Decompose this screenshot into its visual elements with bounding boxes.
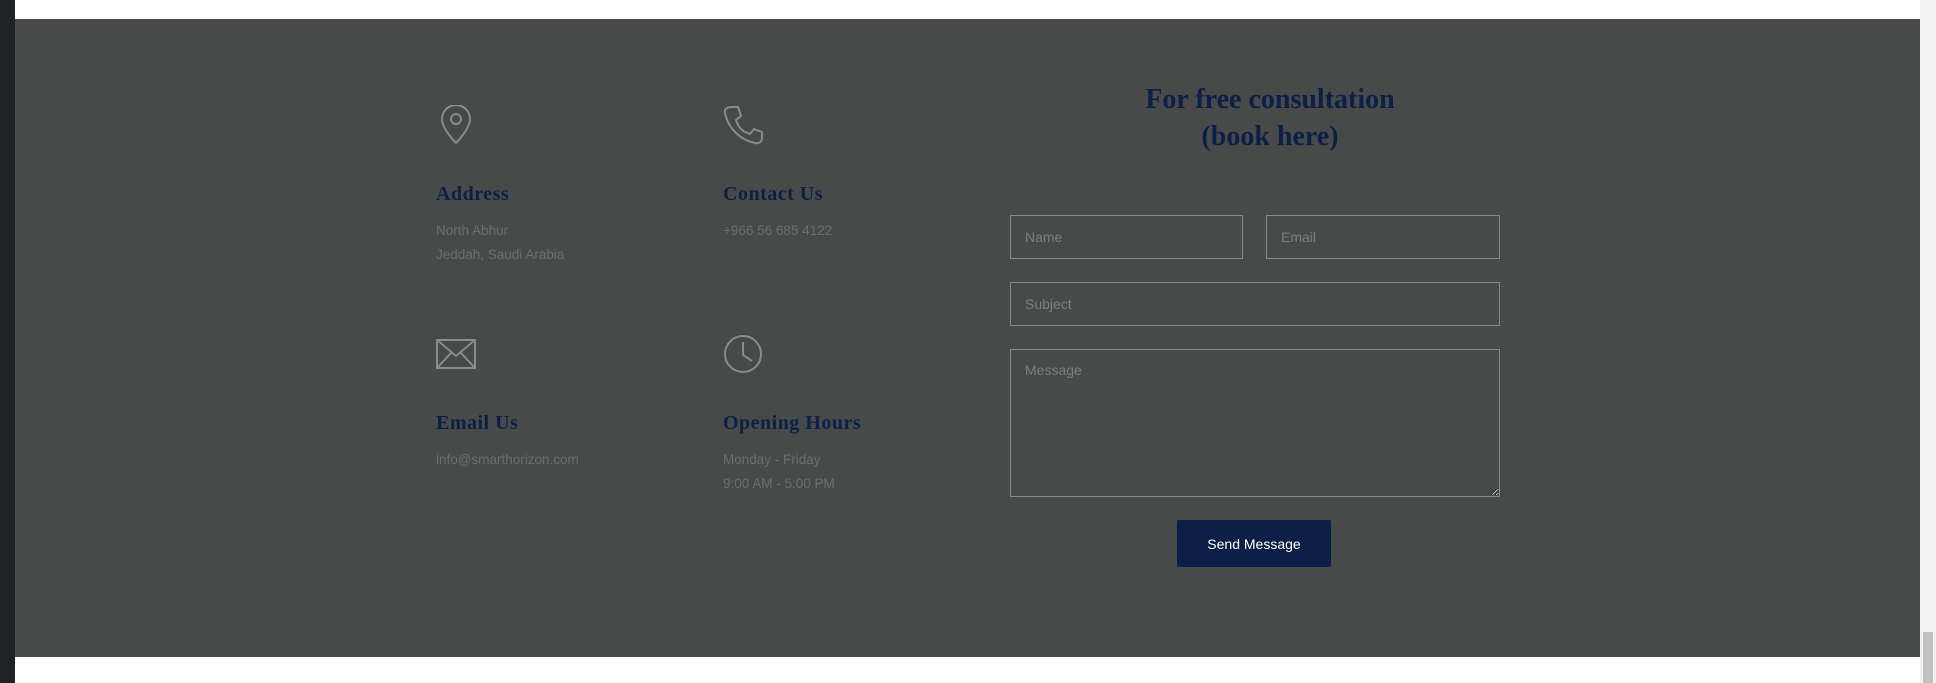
form-title: For free consultation (book here): [1025, 81, 1515, 155]
email-input[interactable]: [1266, 215, 1500, 259]
form-title-line-1: For free consultation: [1145, 84, 1395, 115]
message-textarea[interactable]: [1010, 349, 1500, 497]
address-line-1: North Abhur: [436, 223, 509, 238]
hours-days: Monday - Friday: [723, 452, 821, 467]
clock-icon: [723, 334, 763, 374]
left-edge-strip: [0, 0, 15, 683]
email-address[interactable]: info@smarthorizon.com: [436, 448, 579, 472]
location-pin-icon: [436, 105, 476, 145]
page-scrollbar[interactable]: [1920, 0, 1936, 683]
envelope-icon: [436, 334, 476, 374]
email-title: Email Us: [436, 412, 519, 434]
scrollbar-thumb[interactable]: [1923, 632, 1933, 683]
phone-title: Contact Us: [723, 183, 823, 205]
address-title: Address: [436, 183, 510, 205]
hours-time: 9:00 AM - 5:00 PM: [723, 476, 835, 491]
address-line-2: Jeddah, Saudi Arabia: [436, 247, 565, 262]
form-title-line-2: (book here): [1201, 121, 1339, 152]
contact-section: Address North Abhur Jeddah, Saudi Arabia…: [15, 19, 1920, 657]
subject-input[interactable]: [1010, 282, 1500, 326]
phone-icon: [723, 105, 763, 145]
send-message-button[interactable]: Send Message: [1177, 520, 1331, 567]
phone-number[interactable]: +966 56 685 4122: [723, 219, 832, 243]
name-input[interactable]: [1010, 215, 1243, 259]
hours-title: Opening Hours: [723, 412, 862, 434]
